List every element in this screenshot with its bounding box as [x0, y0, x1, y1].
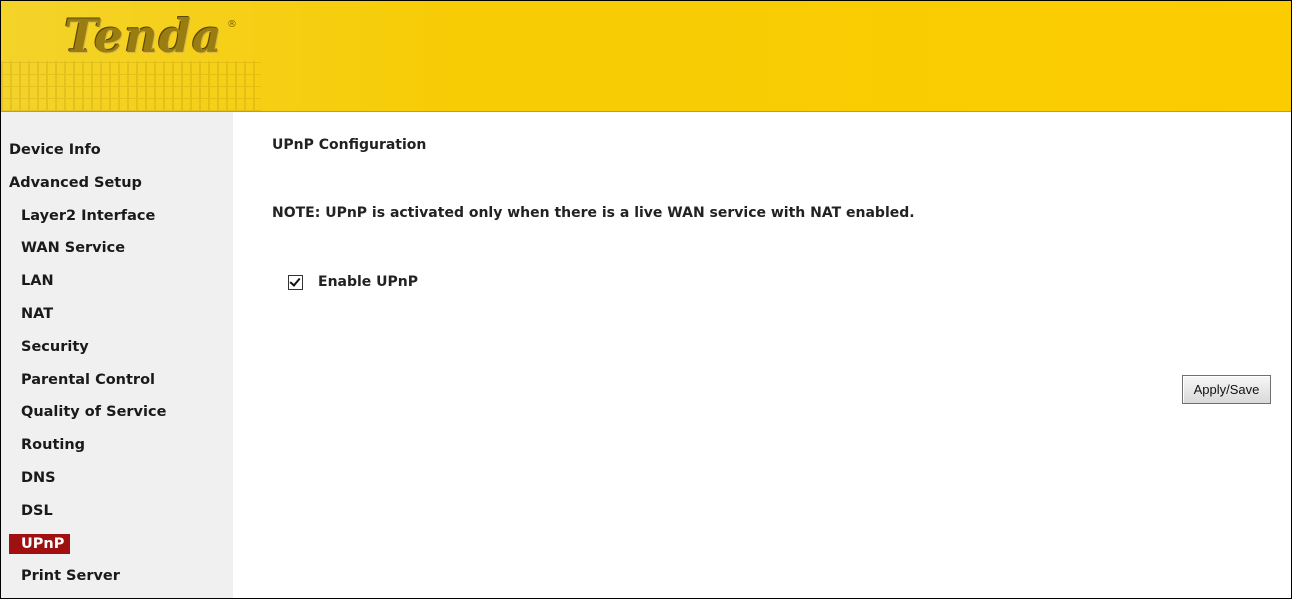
sidebar-item-device-info[interactable]: Device Info — [1, 140, 166, 173]
header-banner: Tenda ® — [1, 1, 1291, 112]
sidebar-item-upnp[interactable]: UPnP — [1, 533, 166, 567]
sidebar-item-security[interactable]: Security — [1, 337, 166, 370]
sidebar-item-label: Routing — [21, 437, 86, 454]
sidebar-item-label: Device Info — [9, 142, 101, 158]
sidebar-item-label: UPnP — [9, 533, 71, 554]
sidebar-item-label: Quality of Service — [21, 404, 167, 421]
enable-upnp-row: Enable UPnP — [288, 274, 418, 290]
main-content: UPnP Configuration NOTE: UPnP is activat… — [233, 112, 1291, 598]
page-frame: Tenda ® Device Info Advanced Setup Layer… — [0, 0, 1292, 599]
sidebar-item-lan[interactable]: LAN — [1, 271, 166, 304]
sidebar-item-label: Print Server — [21, 568, 120, 585]
sidebar-item-dns[interactable]: DNS — [1, 468, 166, 501]
sidebar-item-label: LAN — [21, 273, 54, 290]
sidebar-item-routing[interactable]: Routing — [1, 435, 166, 468]
enable-upnp-checkbox[interactable] — [288, 274, 303, 290]
sidebar-item-dsl[interactable]: DSL — [1, 501, 166, 534]
apply-save-button[interactable]: Apply/Save — [1182, 375, 1271, 404]
sidebar-item-label: DNS — [21, 469, 56, 486]
sidebar-item-layer2-interface[interactable]: Layer2 Interface — [1, 206, 166, 239]
sidebar-item-label: Advanced Setup — [9, 174, 142, 191]
header-pattern — [1, 61, 261, 111]
sidebar-item-print-server[interactable]: Print Server — [1, 566, 166, 598]
sidebar-item-label: Layer2 Interface — [21, 207, 156, 224]
nav-menu: Device Info Advanced Setup Layer2 Interf… — [1, 140, 166, 598]
registered-mark: ® — [227, 19, 237, 30]
sidebar-item-label: Parental Control — [21, 371, 156, 388]
sidebar-item-wan-service[interactable]: WAN Service — [1, 238, 166, 271]
sidebar-nav: Device Info Advanced Setup Layer2 Interf… — [1, 112, 233, 598]
sidebar-item-nat[interactable]: NAT — [1, 304, 166, 337]
sidebar-item-label: NAT — [21, 305, 54, 322]
upnp-note: NOTE: UPnP is activated only when there … — [272, 205, 915, 221]
sidebar-item-advanced-setup[interactable]: Advanced Setup — [1, 173, 166, 206]
sidebar-item-quality-of-service[interactable]: Quality of Service — [1, 402, 166, 435]
sidebar-item-label: DSL — [21, 502, 53, 519]
tenda-logo: Tenda — [64, 9, 223, 63]
sidebar-item-parental-control[interactable]: Parental Control — [1, 370, 166, 403]
sidebar-item-label: Security — [21, 338, 89, 355]
enable-upnp-label: Enable UPnP — [318, 274, 419, 290]
sidebar-item-label: WAN Service — [21, 240, 126, 257]
page-title: UPnP Configuration — [272, 137, 427, 153]
